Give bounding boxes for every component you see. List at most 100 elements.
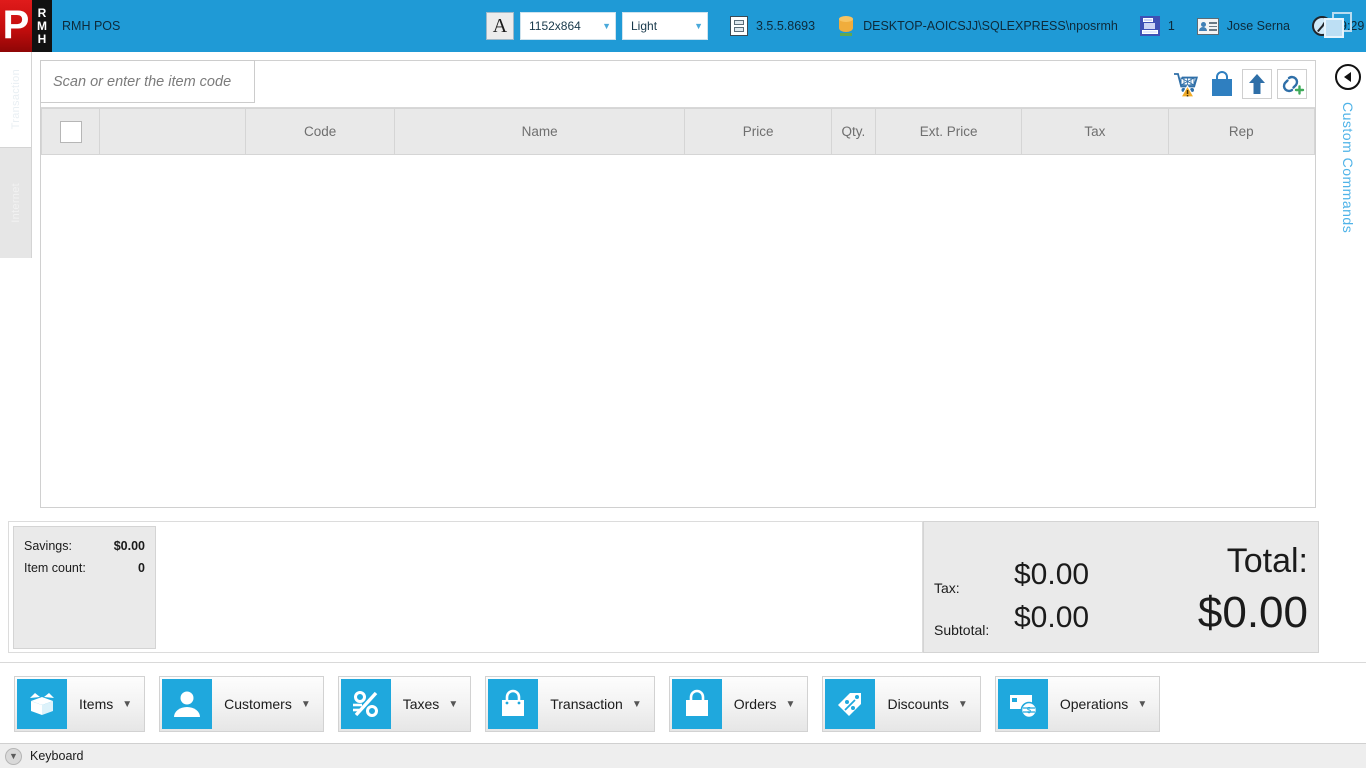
logo-letter-m: M [37, 20, 47, 33]
app-logo: P R M H [0, 0, 52, 52]
transaction-grid-panel: Code Name Price Qty. Ext. Price Tax Rep [40, 60, 1316, 508]
item-count-label: Item count: [24, 561, 86, 575]
chevron-down-circle-icon[interactable]: ▼ [5, 748, 22, 765]
chevron-down-icon[interactable]: ▼ [632, 699, 642, 710]
svg-text:$: $ [1027, 706, 1032, 715]
percent-icon [341, 679, 391, 729]
toolbar-button-items[interactable]: Items ▼ [14, 676, 145, 732]
column-header-name[interactable]: Name [394, 109, 685, 155]
keyboard-label[interactable]: Keyboard [30, 749, 84, 763]
custom-commands-label[interactable]: Custom Commands [1340, 102, 1356, 233]
column-header-blank[interactable] [100, 109, 246, 155]
database-icon [837, 16, 855, 36]
subtotal-value: $0.00 [1014, 601, 1089, 635]
toolbar-button-customers[interactable]: Customers ▼ [159, 676, 324, 732]
transaction-table: Code Name Price Qty. Ext. Price Tax Rep [41, 108, 1315, 155]
savings-label: Savings: [24, 539, 72, 553]
logo-letter-h: H [38, 33, 47, 46]
toolbar-label-transaction: Transaction [550, 696, 623, 712]
cart-warning-icon[interactable] [1172, 69, 1202, 99]
arrow-left-circle-icon[interactable] [1335, 64, 1361, 90]
tax-value: $0.00 [1014, 558, 1089, 592]
toolbar-label-customers: Customers [224, 696, 292, 712]
grid-action-icons [1172, 69, 1307, 99]
savings-value: $0.00 [114, 539, 145, 553]
bottom-toolbar: Items ▼ Customers ▼ [0, 665, 1366, 743]
card-coins-icon: $ [998, 679, 1048, 729]
toolbar-button-operations[interactable]: $ Operations ▼ [995, 676, 1160, 732]
logo-rmh-stack: R M H [32, 0, 52, 52]
total-value: $0.00 [1198, 588, 1308, 638]
database-info: DESKTOP-AOICSJJ\SQLEXPRESS\nposrmh [837, 16, 1118, 36]
version-info: 3.5.5.8693 [730, 16, 815, 36]
register-label: 1 [1168, 19, 1175, 33]
register-icon [1140, 16, 1160, 36]
tax-label: Tax: [934, 580, 960, 596]
column-header-rep[interactable]: Rep [1168, 109, 1314, 155]
vertical-tab-internet[interactable]: Internet [0, 148, 32, 258]
table-header-row: Code Name Price Qty. Ext. Price Tax Rep [42, 109, 1315, 155]
chevron-down-icon[interactable]: ▼ [122, 699, 132, 710]
chevron-down-icon[interactable]: ▼ [958, 699, 968, 710]
custom-commands-rail: Custom Commands [1330, 52, 1366, 512]
user-info[interactable]: Jose Serna [1197, 18, 1290, 35]
user-name-label: Jose Serna [1227, 19, 1290, 33]
column-header-price[interactable]: Price [685, 109, 831, 155]
savings-box: Savings: $0.00 Item count: 0 [13, 526, 156, 649]
scan-item-code-input[interactable] [40, 60, 255, 103]
grid-toolbar [41, 61, 1315, 108]
price-tag-icon [825, 679, 875, 729]
person-icon [162, 679, 212, 729]
toolbar-button-discounts[interactable]: Discounts ▼ [822, 676, 980, 732]
item-count-row: Item count: 0 [24, 561, 145, 575]
toolbar-button-taxes[interactable]: Taxes ▼ [338, 676, 471, 732]
toolbar-button-transaction[interactable]: Transaction ▼ [485, 676, 655, 732]
arrow-up-icon[interactable] [1242, 69, 1272, 99]
column-header-code[interactable]: Code [246, 109, 394, 155]
toolbar-label-items: Items [79, 696, 113, 712]
resolution-value: 1152x864 [529, 19, 581, 33]
window-restore-icon[interactable] [1324, 12, 1352, 38]
item-count-value: 0 [138, 561, 145, 575]
toolbar-label-discounts: Discounts [887, 696, 948, 712]
logo-letter-p: P [0, 0, 32, 52]
vertical-tab-transaction-label: Transaction [10, 69, 22, 129]
version-label: 3.5.5.8693 [756, 19, 815, 33]
resolution-dropdown[interactable]: 1152x864 ▼ [520, 12, 616, 40]
top-bar-controls: A 1152x864 ▼ Light ▼ 3.5.5.8693 DESKTOP-… [486, 0, 1366, 52]
vertical-tab-transaction[interactable]: Transaction [0, 52, 32, 148]
status-bar: ▼ Keyboard [0, 743, 1366, 768]
font-size-icon[interactable]: A [486, 12, 514, 40]
chevron-down-icon[interactable]: ▼ [1137, 699, 1147, 710]
total-label: Total: [1227, 542, 1308, 581]
vertical-tab-internet-label: Internet [10, 183, 22, 223]
open-box-icon [17, 679, 67, 729]
toolbar-divider [0, 662, 1366, 663]
chevron-down-icon[interactable]: ▼ [301, 699, 311, 710]
savings-row: Savings: $0.00 [24, 539, 145, 553]
column-header-tax[interactable]: Tax [1022, 109, 1168, 155]
select-all-checkbox[interactable] [60, 121, 82, 143]
chevron-down-icon[interactable]: ▼ [786, 699, 796, 710]
chevron-down-icon[interactable]: ▼ [448, 699, 458, 710]
totals-panel: Tax: $0.00 Subtotal: $0.00 Total: $0.00 [923, 521, 1319, 653]
shopping-bag-icon[interactable] [1207, 69, 1237, 99]
transaction-table-header: Code Name Price Qty. Ext. Price Tax Rep [42, 109, 1315, 155]
rmh-pos-window: P R M H RMH POS A 1152x864 ▼ Light ▼ 3.5… [0, 0, 1366, 768]
link-add-icon[interactable] [1277, 69, 1307, 99]
toolbar-label-taxes: Taxes [403, 696, 440, 712]
left-rail-filler [0, 258, 32, 512]
select-all-header [42, 109, 100, 155]
logo-letter-r: R [38, 7, 47, 20]
summary-panel: Savings: $0.00 Item count: 0 [8, 521, 923, 653]
version-icon [730, 16, 748, 36]
column-header-qty[interactable]: Qty. [831, 109, 875, 155]
top-bar: P R M H RMH POS A 1152x864 ▼ Light ▼ 3.5… [0, 0, 1366, 52]
theme-dropdown[interactable]: Light ▼ [622, 12, 708, 40]
column-header-ext-price[interactable]: Ext. Price [875, 109, 1021, 155]
toolbar-button-orders[interactable]: Orders ▼ [669, 676, 809, 732]
register-info: 1 [1140, 16, 1175, 36]
subtotal-label: Subtotal: [934, 622, 989, 638]
transaction-table-body-empty [41, 155, 1315, 505]
chevron-down-icon: ▼ [602, 21, 611, 31]
